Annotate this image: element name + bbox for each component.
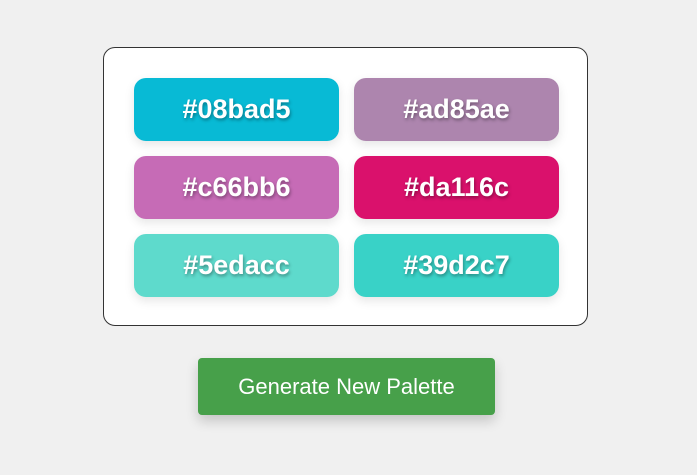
color-swatch[interactable]: #5edacc [134,234,339,297]
color-swatch[interactable]: #ad85ae [354,78,559,141]
swatch-hex-label: #ad85ae [403,94,510,124]
swatch-hex-label: #08bad5 [182,94,291,124]
color-swatch[interactable]: #39d2c7 [354,234,559,297]
swatch-hex-label: #da116c [403,172,510,202]
palette-card: #08bad5 #ad85ae #c66bb6 #da116c #5edacc … [103,47,588,326]
swatch-hex-label: #c66bb6 [182,172,291,202]
swatch-hex-label: #39d2c7 [403,250,510,280]
color-swatch[interactable]: #da116c [354,156,559,219]
generate-palette-button[interactable]: Generate New Palette [198,358,495,415]
swatch-grid: #08bad5 #ad85ae #c66bb6 #da116c #5edacc … [134,78,559,297]
color-swatch[interactable]: #08bad5 [134,78,339,141]
swatch-hex-label: #5edacc [183,250,290,280]
color-swatch[interactable]: #c66bb6 [134,156,339,219]
